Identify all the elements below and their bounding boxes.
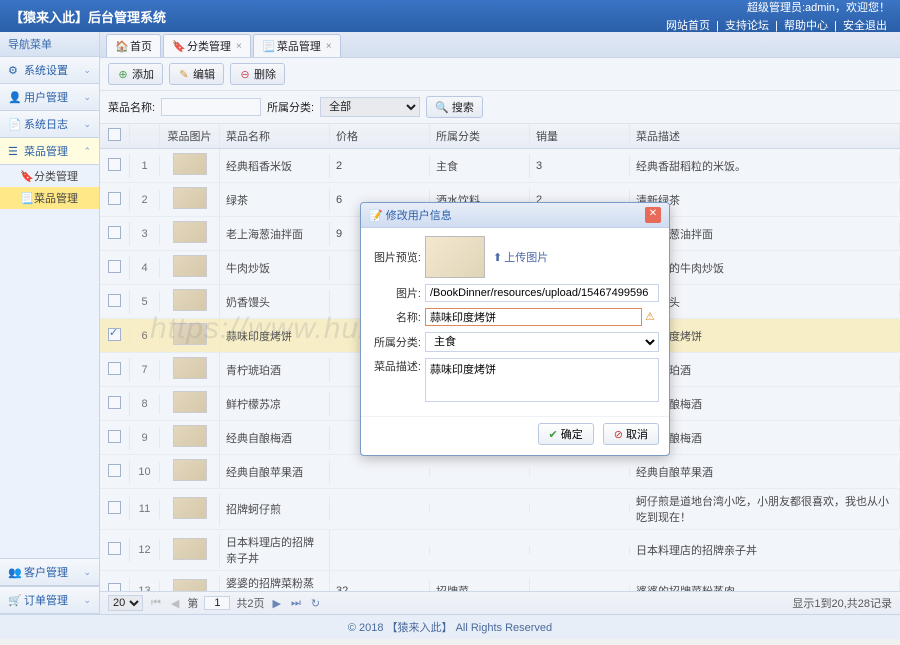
link-help[interactable]: 帮助中心 xyxy=(784,20,828,32)
dialog-title-bar[interactable]: 📝 修改用户信息 ✕ xyxy=(361,203,669,228)
chevron-up-icon: ⌃ xyxy=(83,146,91,157)
nav-order-mgmt[interactable]: 🛒订单管理⌄ xyxy=(0,586,99,614)
nav-customer-mgmt[interactable]: 👥客户管理⌄ xyxy=(0,558,99,586)
chevron-down-icon: ⌄ xyxy=(83,92,91,103)
nav-dish-mgmt[interactable]: ☰菜品管理⌃ xyxy=(0,138,99,165)
welcome-text: 超级管理员:admin，欢迎您！ xyxy=(663,0,890,15)
cat-select[interactable]: 主食 xyxy=(425,332,659,352)
check-icon: ✔ xyxy=(549,428,558,441)
img-path-input[interactable] xyxy=(425,284,659,302)
nav-user-mgmt[interactable]: 👤用户管理⌄ xyxy=(0,84,99,111)
img-label: 图片: xyxy=(371,285,425,301)
sidebar-title: 导航菜单 xyxy=(0,32,99,57)
chevron-down-icon: ⌄ xyxy=(83,119,91,130)
dialog-close-button[interactable]: ✕ xyxy=(645,207,661,223)
desc-textarea[interactable]: 蒜味印度烤饼 xyxy=(425,358,659,402)
chevron-down-icon: ⌄ xyxy=(83,567,91,578)
user-icon: 👥 xyxy=(8,566,20,578)
header-right: 超级管理员:admin，欢迎您！ 网站首页 | 支持论坛 | 帮助中心 | 安全… xyxy=(663,0,890,33)
dialog-cancel-button[interactable]: ⊘取消 xyxy=(603,423,659,445)
name-input[interactable] xyxy=(425,308,642,326)
warning-icon: ⚠ xyxy=(645,310,659,324)
doc-icon: 📃 xyxy=(20,192,30,205)
sidebar: 导航菜单 ⚙系统设置⌄ 👤用户管理⌄ 📄系统日志⌄ ☰菜品管理⌃ 🔖分类管理 📃… xyxy=(0,32,100,614)
gear-icon: ⚙ xyxy=(8,64,20,76)
dialog-ok-button[interactable]: ✔确定 xyxy=(538,423,594,445)
link-home[interactable]: 网站首页 xyxy=(666,20,710,32)
file-icon: 📄 xyxy=(8,118,20,130)
cancel-icon: ⊘ xyxy=(614,428,623,441)
nav-sub-dish[interactable]: 📃菜品管理 xyxy=(0,187,99,209)
tag-icon: 🔖 xyxy=(20,170,30,183)
cart-icon: 🛒 xyxy=(8,594,20,606)
nav-sub-category[interactable]: 🔖分类管理 xyxy=(0,165,99,187)
upload-icon: ⬆ xyxy=(493,251,502,264)
chevron-down-icon: ⌄ xyxy=(83,65,91,76)
app-header: 【猿来入此】后台管理系统 超级管理员:admin，欢迎您！ 网站首页 | 支持论… xyxy=(0,0,900,32)
footer: © 2018 【猿来入此】 All Rights Reserved xyxy=(0,614,900,639)
cat-label: 所属分类: xyxy=(371,334,425,350)
preview-image xyxy=(425,236,485,278)
app-title: 【猿来入此】后台管理系统 xyxy=(10,7,663,26)
nav-system-log[interactable]: 📄系统日志⌄ xyxy=(0,111,99,138)
edit-icon: 📝 xyxy=(369,209,383,222)
name-label: 名称: xyxy=(371,309,425,325)
chevron-down-icon: ⌄ xyxy=(83,595,91,606)
nav-system-settings[interactable]: ⚙系统设置⌄ xyxy=(0,57,99,84)
preview-label: 图片预览: xyxy=(371,249,425,265)
content-area: 🏠首页 🔖分类管理× 📃菜品管理× ⊕添加 ✎编辑 ⊖删除 菜品名称: 所属分类… xyxy=(100,32,900,614)
upload-button[interactable]: ⬆上传图片 xyxy=(493,249,548,265)
link-logout[interactable]: 安全退出 xyxy=(843,20,887,32)
edit-dialog: 📝 修改用户信息 ✕ 图片预览: ⬆上传图片 图片: 名称: ⚠ xyxy=(360,202,670,456)
desc-label: 菜品描述: xyxy=(371,358,425,374)
link-forum[interactable]: 支持论坛 xyxy=(725,20,769,32)
user-icon: 👤 xyxy=(8,91,20,103)
list-icon: ☰ xyxy=(8,145,20,157)
